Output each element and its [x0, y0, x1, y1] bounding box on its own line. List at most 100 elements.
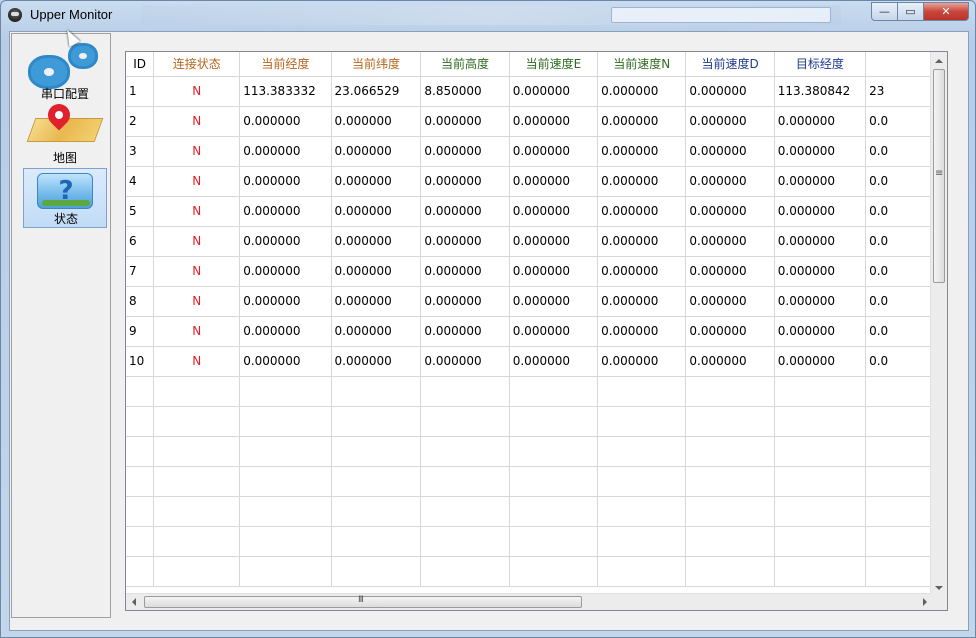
table-row[interactable]: 5 N 0.000000 0.000000 0.000000 0.000000 0.0000… [126, 196, 947, 227]
table-cell[interactable]: 0.000000 [509, 136, 599, 167]
table-cell[interactable]: 0.000000 [774, 226, 867, 257]
table-row[interactable]: 3 N 0.000000 0.000000 0.000000 0.000000 0.0000… [126, 136, 947, 167]
table-row[interactable]: 1 N 113.383332 23.066529 8.850000 0.000000 0.0… [126, 76, 947, 107]
table-cell[interactable]: 0.000000 [331, 196, 422, 227]
table-cell[interactable]: 0.000000 [331, 136, 422, 167]
table-cell[interactable]: 0.000000 [774, 106, 867, 137]
table-cell[interactable]: 7 [126, 256, 155, 287]
minimize-button[interactable]: — [871, 2, 898, 21]
table-cell[interactable]: 0.000000 [597, 226, 687, 257]
title-bar[interactable]: Upper Monitor — ▭ ✕ [1, 1, 975, 29]
table-cell[interactable]: 0.000000 [420, 286, 510, 317]
table-cell[interactable]: 8.850000 [420, 76, 510, 107]
nav-item-map[interactable]: 地图 [23, 99, 107, 166]
scroll-up-icon[interactable] [935, 59, 943, 63]
vertical-scrollbar[interactable] [930, 52, 947, 595]
table-cell[interactable]: 0.000000 [774, 166, 867, 197]
horizontal-scrollbar[interactable] [126, 593, 932, 610]
table-cell[interactable]: 0.000000 [509, 106, 599, 137]
table-cell[interactable]: 0.000000 [774, 256, 867, 287]
column-header[interactable]: 连接状态 [153, 52, 241, 77]
table-cell[interactable]: 0.000000 [239, 166, 332, 197]
vertical-scroll-thumb[interactable] [933, 69, 945, 283]
table-cell[interactable]: 0.000000 [597, 196, 687, 227]
table-cell[interactable]: 4 [126, 166, 155, 197]
status-table[interactable]: ID 连接状态 当前经度 当前纬度 当前高度 当前速度E 当前速度N 当前速度D 目标经度 1N… [125, 51, 948, 611]
table-cell[interactable]: 0.000000 [509, 346, 599, 377]
table-cell[interactable]: 0.000000 [685, 136, 775, 167]
table-cell[interactable]: 0.000000 [509, 76, 599, 107]
table-cell[interactable]: 0.000000 [685, 256, 775, 287]
table-cell[interactable]: 0.000000 [331, 256, 422, 287]
table-cell[interactable]: 0.000000 [239, 226, 332, 257]
scroll-left-icon[interactable] [132, 598, 136, 606]
table-cell[interactable]: 0.000000 [420, 256, 510, 287]
table-cell[interactable]: 0.000000 [239, 196, 332, 227]
table-cell[interactable]: 0.000000 [597, 256, 687, 287]
table-cell[interactable]: 0.000000 [420, 106, 510, 137]
table-cell[interactable]: 0.000000 [420, 346, 510, 377]
table-cell[interactable]: 0.000000 [597, 286, 687, 317]
connection-status-cell[interactable]: N [153, 166, 241, 197]
scroll-down-icon[interactable] [935, 586, 943, 590]
table-cell[interactable]: 23.066529 [331, 76, 422, 107]
table-row[interactable]: 8 N 0.000000 0.000000 0.000000 0.000000 0.0000… [126, 286, 947, 317]
table-cell[interactable]: 3 [126, 136, 155, 167]
table-cell[interactable]: 0.000000 [509, 316, 599, 347]
column-header[interactable]: 当前速度E [509, 52, 599, 77]
table-row[interactable]: 7 N 0.000000 0.000000 0.000000 0.000000 0.0000… [126, 256, 947, 287]
table-cell[interactable]: 0.000000 [774, 346, 867, 377]
scroll-right-icon[interactable] [923, 598, 927, 606]
table-cell[interactable]: 0.000000 [597, 166, 687, 197]
connection-status-cell[interactable]: N [153, 316, 241, 347]
table-cell[interactable]: 1 [126, 76, 155, 107]
connection-status-cell[interactable]: N [153, 256, 241, 287]
column-header[interactable]: 当前纬度 [331, 52, 422, 77]
table-cell[interactable]: 5 [126, 196, 155, 227]
table-cell[interactable]: 0.000000 [597, 76, 687, 107]
table-cell[interactable]: 0.000000 [685, 166, 775, 197]
maximize-button[interactable]: ▭ [897, 2, 924, 21]
column-header[interactable]: 目标经度 [774, 52, 867, 77]
table-cell[interactable]: 0.000000 [597, 316, 687, 347]
table-cell[interactable]: 0.000000 [420, 136, 510, 167]
table-cell[interactable]: 0.000000 [331, 106, 422, 137]
table-cell[interactable]: 0.000000 [685, 286, 775, 317]
nav-item-serial-config[interactable]: 串口配置 [23, 42, 107, 102]
table-cell[interactable]: 113.383332 [239, 76, 332, 107]
table-cell[interactable]: 10 [126, 346, 155, 377]
table-cell[interactable]: 2 [126, 106, 155, 137]
table-cell[interactable]: 0.000000 [331, 226, 422, 257]
horizontal-scroll-thumb[interactable] [144, 595, 582, 608]
table-cell[interactable]: 0.000000 [420, 226, 510, 257]
table-cell[interactable]: 0.000000 [685, 346, 775, 377]
close-button[interactable]: ✕ [923, 2, 969, 21]
table-row[interactable]: 2 N 0.000000 0.000000 0.000000 0.000000 0.0000… [126, 106, 947, 137]
table-cell[interactable]: 0.000000 [331, 316, 422, 347]
table-cell[interactable]: 0.000000 [509, 256, 599, 287]
table-cell[interactable]: 0.000000 [420, 166, 510, 197]
column-header[interactable]: 当前速度D [685, 52, 775, 77]
table-cell[interactable]: 0.000000 [239, 106, 332, 137]
table-cell[interactable]: 0.000000 [685, 226, 775, 257]
column-header[interactable]: 当前高度 [420, 52, 510, 77]
table-cell[interactable]: 0.000000 [509, 196, 599, 227]
table-cell[interactable]: 9 [126, 316, 155, 347]
table-row[interactable]: 9 N 0.000000 0.000000 0.000000 0.000000 0.0000… [126, 316, 947, 347]
table-cell[interactable]: 6 [126, 226, 155, 257]
connection-status-cell[interactable]: N [153, 76, 241, 107]
column-header[interactable]: 当前经度 [239, 52, 332, 77]
connection-status-cell[interactable]: N [153, 286, 241, 317]
table-cell[interactable]: 8 [126, 286, 155, 317]
table-cell[interactable]: 0.000000 [239, 256, 332, 287]
table-cell[interactable]: 0.000000 [597, 106, 687, 137]
table-cell[interactable]: 0.000000 [239, 316, 332, 347]
table-cell[interactable]: 0.000000 [239, 136, 332, 167]
table-row[interactable]: 10 N 0.000000 0.000000 0.000000 0.000000 0.000… [126, 346, 947, 377]
table-cell[interactable]: 0.000000 [420, 196, 510, 227]
table-cell[interactable]: 0.000000 [597, 136, 687, 167]
table-cell[interactable]: 0.000000 [597, 346, 687, 377]
table-cell[interactable]: 0.000000 [685, 196, 775, 227]
connection-status-cell[interactable]: N [153, 106, 241, 137]
connection-status-cell[interactable]: N [153, 226, 241, 257]
